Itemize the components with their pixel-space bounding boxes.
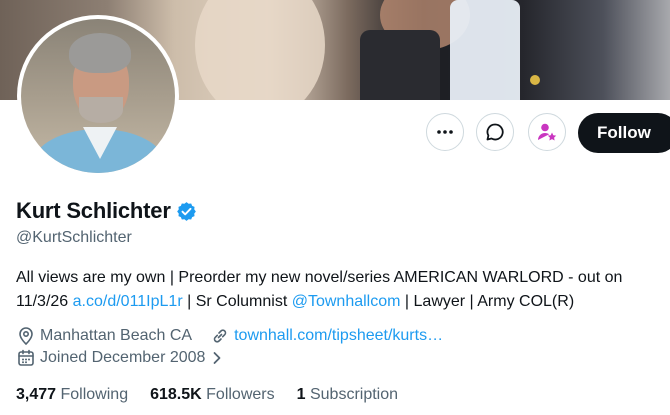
bio-text: | Sr Columnist (182, 293, 292, 310)
profile-meta-row: Manhattan Beach CA townhall.com/tipsheet… (16, 326, 461, 346)
chevron-right-icon[interactable] (209, 350, 225, 366)
follow-button[interactable]: Follow (578, 113, 670, 153)
bio-mention[interactable]: @Townhallcom (292, 293, 401, 310)
more-button[interactable] (426, 113, 464, 151)
subscribe-button[interactable] (528, 113, 566, 151)
avatar[interactable] (17, 15, 179, 177)
subscriptions-count: 1 (296, 386, 306, 403)
following-label: Following (60, 386, 129, 403)
profile-bio: All views are my own | Preorder my new n… (16, 266, 661, 314)
display-name: Kurt Schlichter (16, 198, 171, 223)
avatar-photo (21, 19, 175, 173)
more-icon (437, 130, 453, 134)
message-icon (486, 123, 504, 141)
banner-shape (450, 0, 520, 100)
calendar-icon (18, 349, 34, 366)
followers-stat[interactable]: 618.5K Followers (150, 386, 275, 404)
join-date-text: Joined December 2008 (40, 349, 206, 366)
website-link[interactable]: townhall.com/tipsheet/kurts… (234, 327, 443, 345)
location-icon (19, 327, 33, 346)
subscribe-icon (538, 123, 557, 141)
banner-pin (530, 75, 540, 85)
followers-label: Followers (206, 386, 275, 403)
website-item[interactable]: townhall.com/tipsheet/kurts… (210, 326, 443, 346)
following-stat[interactable]: 3,477 Following (16, 386, 128, 404)
verified-badge-icon[interactable] (176, 201, 197, 222)
link-icon (213, 329, 227, 343)
bio-text: | Lawyer | Army COL(R) (400, 293, 575, 310)
join-date-row: Joined December 2008 (16, 348, 229, 368)
location-item: Manhattan Beach CA (16, 326, 192, 346)
banner-shape (195, 0, 325, 100)
location-text: Manhattan Beach CA (40, 327, 193, 344)
followers-count: 618.5K (150, 386, 202, 403)
subscriptions-label: Subscription (309, 386, 399, 403)
name-row: Kurt Schlichter (16, 198, 197, 224)
message-button[interactable] (476, 113, 514, 151)
following-count: 3,477 (16, 386, 57, 403)
avatar-hair (69, 33, 131, 73)
bio-link[interactable]: a.co/d/011IpL1r (73, 293, 183, 310)
avatar-beard (79, 97, 123, 123)
banner-shape (360, 30, 440, 100)
profile-stats: 3,477 Following 618.5K Followers 1 Subsc… (16, 386, 420, 404)
profile-handle: @KurtSchlichter (16, 229, 132, 246)
subscriptions-stat[interactable]: 1 Subscription (297, 386, 398, 404)
